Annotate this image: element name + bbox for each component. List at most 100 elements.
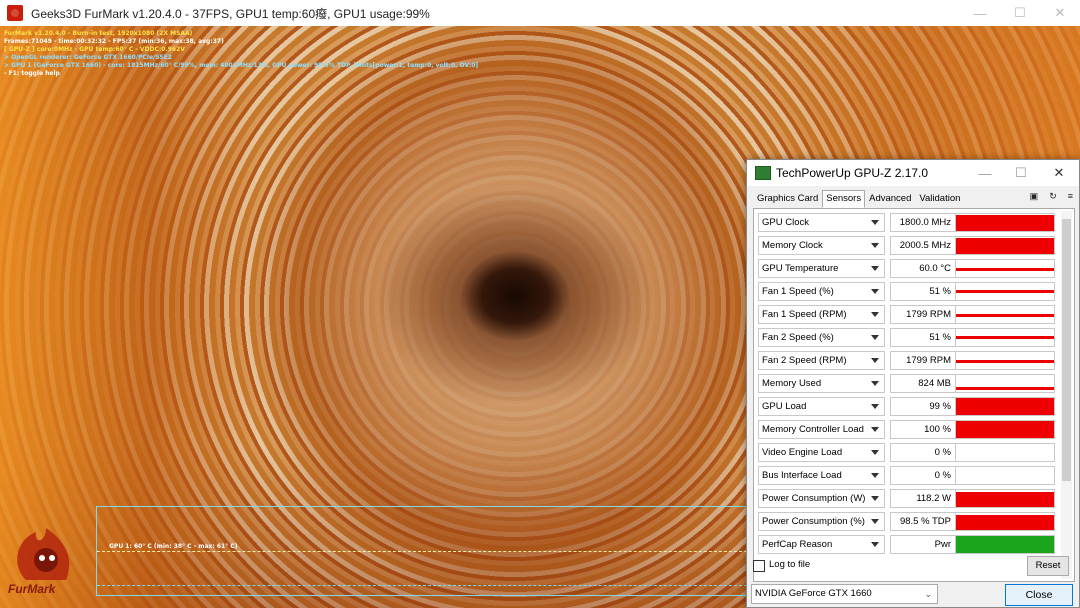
close-button[interactable]: Close bbox=[1005, 584, 1073, 606]
furmark-titlebar[interactable]: Geeks3D FurMark v1.20.4.0 - 37FPS, GPU1 … bbox=[0, 0, 1080, 27]
sensor-graph bbox=[955, 443, 1055, 462]
sensor-row: Power Consumption (%) 98.5 % TDP bbox=[758, 512, 1058, 531]
maximize-icon[interactable]: ☐ bbox=[1000, 0, 1040, 26]
sensor-name: Power Consumption (W) bbox=[762, 493, 866, 504]
sensor-graph bbox=[955, 374, 1055, 393]
dropdown-arrow-icon bbox=[871, 519, 879, 524]
sensor-name-dropdown[interactable]: Memory Used bbox=[758, 374, 885, 393]
tab-advanced[interactable]: Advanced bbox=[865, 190, 915, 208]
sensor-row: Fan 1 Speed (RPM) 1799 RPM bbox=[758, 305, 1058, 324]
scrollbar-thumb[interactable] bbox=[1062, 219, 1071, 481]
sensor-graph-fill bbox=[956, 398, 1054, 415]
dropdown-arrow-icon bbox=[871, 243, 879, 248]
sensor-name-dropdown[interactable]: Fan 1 Speed (%) bbox=[758, 282, 885, 301]
sensor-name-dropdown[interactable]: Bus Interface Load bbox=[758, 466, 885, 485]
sensor-graph bbox=[955, 489, 1055, 508]
sensor-row: Video Engine Load 0 % bbox=[758, 443, 1058, 462]
sensor-name-dropdown[interactable]: Video Engine Load bbox=[758, 443, 885, 462]
sensor-name-dropdown[interactable]: Power Consumption (%) bbox=[758, 512, 885, 531]
tab-validation[interactable]: Validation bbox=[915, 190, 964, 208]
sensor-name-dropdown[interactable]: Memory Clock bbox=[758, 236, 885, 255]
sensor-name: Fan 2 Speed (%) bbox=[762, 332, 834, 343]
gpuz-toolbar: ▣ ↻ ≡ bbox=[1030, 191, 1073, 202]
device-select[interactable]: NVIDIA GeForce GTX 1660 ⌄ bbox=[751, 584, 938, 604]
gpuz-titlebar[interactable]: TechPowerUp GPU-Z 2.17.0 — ☐ ✕ bbox=[747, 160, 1079, 186]
dropdown-arrow-icon bbox=[871, 473, 879, 478]
sensor-row: PerfCap Reason Pwr bbox=[758, 535, 1058, 554]
sensor-graph-fill bbox=[956, 515, 1054, 530]
tab-graphics-card[interactable]: Graphics Card bbox=[753, 190, 822, 208]
overlay-line: Frames:71049 - time:00:32:32 - FPS:37 (m… bbox=[4, 38, 224, 45]
dropdown-arrow-icon bbox=[871, 266, 879, 271]
furmark-window-title: Geeks3D FurMark v1.20.4.0 - 37FPS, GPU1 … bbox=[31, 6, 430, 21]
sensor-graph bbox=[955, 236, 1055, 255]
gpuz-close-icon[interactable]: ✕ bbox=[1041, 160, 1077, 186]
sensor-graph bbox=[955, 305, 1055, 324]
camera-icon[interactable]: ▣ bbox=[1030, 191, 1039, 202]
temperature-graph: GPU 1: 60° C (min: 38° C - max: 61° C) bbox=[96, 506, 747, 596]
overlay-line: > OpenGL renderer: GeForce GTX 1660/PCIe… bbox=[4, 54, 172, 61]
dropdown-arrow-icon bbox=[871, 450, 879, 455]
sensor-row: Power Consumption (W) 118.2 W bbox=[758, 489, 1058, 508]
sensor-graph-fill bbox=[956, 360, 1054, 363]
sensor-name-dropdown[interactable]: Memory Controller Load bbox=[758, 420, 885, 439]
sensor-graph-fill bbox=[956, 421, 1054, 438]
sensor-name-dropdown[interactable]: Fan 2 Speed (%) bbox=[758, 328, 885, 347]
sensor-graph bbox=[955, 282, 1055, 301]
sensor-name-dropdown[interactable]: Power Consumption (W) bbox=[758, 489, 885, 508]
gpuz-window-title: TechPowerUp GPU-Z 2.17.0 bbox=[776, 166, 929, 180]
dropdown-arrow-icon bbox=[871, 542, 879, 547]
sensor-value: 2000.5 MHz bbox=[890, 236, 956, 255]
device-select-value: NVIDIA GeForce GTX 1660 bbox=[755, 588, 872, 599]
sensor-name-dropdown[interactable]: GPU Temperature bbox=[758, 259, 885, 278]
sensor-name-dropdown[interactable]: PerfCap Reason bbox=[758, 535, 885, 554]
furmark-app-icon bbox=[7, 5, 23, 21]
log-to-file-label: Log to file bbox=[769, 559, 811, 570]
sensor-name: PerfCap Reason bbox=[762, 539, 833, 550]
furmark-logo-text: FurMark bbox=[8, 582, 56, 596]
sensor-name: Video Engine Load bbox=[762, 447, 843, 458]
gpuz-tab-bar: Graphics Card Sensors Advanced Validatio… bbox=[753, 190, 964, 208]
sensor-name: Power Consumption (%) bbox=[762, 516, 865, 527]
reset-button[interactable]: Reset bbox=[1027, 556, 1069, 576]
sensor-name-dropdown[interactable]: GPU Clock bbox=[758, 213, 885, 232]
sensor-value: 51 % bbox=[890, 328, 956, 347]
overlay-line: FurMark v1.20.4.0 - Burn-in test, 1920x1… bbox=[4, 30, 193, 37]
sensors-scrollbar[interactable] bbox=[1061, 211, 1072, 579]
sensor-row: GPU Load 99 % bbox=[758, 397, 1058, 416]
dropdown-arrow-icon bbox=[871, 289, 879, 294]
sensor-value: 99 % bbox=[890, 397, 956, 416]
sensor-row: Memory Used 824 MB bbox=[758, 374, 1058, 393]
log-to-file-checkbox[interactable] bbox=[753, 560, 765, 572]
sensor-name: GPU Temperature bbox=[762, 263, 839, 274]
minimize-icon[interactable]: — bbox=[960, 0, 1000, 26]
sensor-graph-fill bbox=[956, 290, 1054, 293]
sensor-name-dropdown[interactable]: Fan 2 Speed (RPM) bbox=[758, 351, 885, 370]
sensor-value: 0 % bbox=[890, 443, 956, 462]
sensor-value: 1799 RPM bbox=[890, 351, 956, 370]
sensor-graph bbox=[955, 535, 1055, 554]
sensor-graph bbox=[955, 420, 1055, 439]
refresh-icon[interactable]: ↻ bbox=[1049, 191, 1057, 202]
sensor-name: Fan 1 Speed (RPM) bbox=[762, 309, 847, 320]
dropdown-arrow-icon bbox=[871, 358, 879, 363]
sensor-row: GPU Temperature 60.0 °C bbox=[758, 259, 1058, 278]
overlay-line: > GPU 1 (GeForce GTX 1660) - core: 1815M… bbox=[4, 62, 479, 69]
tab-sensors[interactable]: Sensors bbox=[822, 190, 866, 208]
sensor-graph-fill bbox=[956, 336, 1054, 339]
sensor-row: Memory Controller Load 100 % bbox=[758, 420, 1058, 439]
close-icon[interactable]: ✕ bbox=[1040, 0, 1080, 26]
sensor-name-dropdown[interactable]: GPU Load bbox=[758, 397, 885, 416]
sensor-name: Fan 1 Speed (%) bbox=[762, 286, 834, 297]
sensor-graph-fill bbox=[956, 314, 1054, 317]
menu-icon[interactable]: ≡ bbox=[1068, 191, 1073, 202]
dropdown-arrow-icon bbox=[871, 335, 879, 340]
sensor-value: 60.0 °C bbox=[890, 259, 956, 278]
gpuz-app-icon bbox=[755, 166, 771, 180]
gpuz-minimize-icon[interactable]: — bbox=[967, 160, 1003, 186]
sensor-name-dropdown[interactable]: Fan 1 Speed (RPM) bbox=[758, 305, 885, 324]
sensor-name: Fan 2 Speed (RPM) bbox=[762, 355, 847, 366]
dropdown-arrow-icon bbox=[871, 404, 879, 409]
sensor-graph bbox=[955, 512, 1055, 531]
gpuz-maximize-icon[interactable]: ☐ bbox=[1003, 160, 1039, 186]
